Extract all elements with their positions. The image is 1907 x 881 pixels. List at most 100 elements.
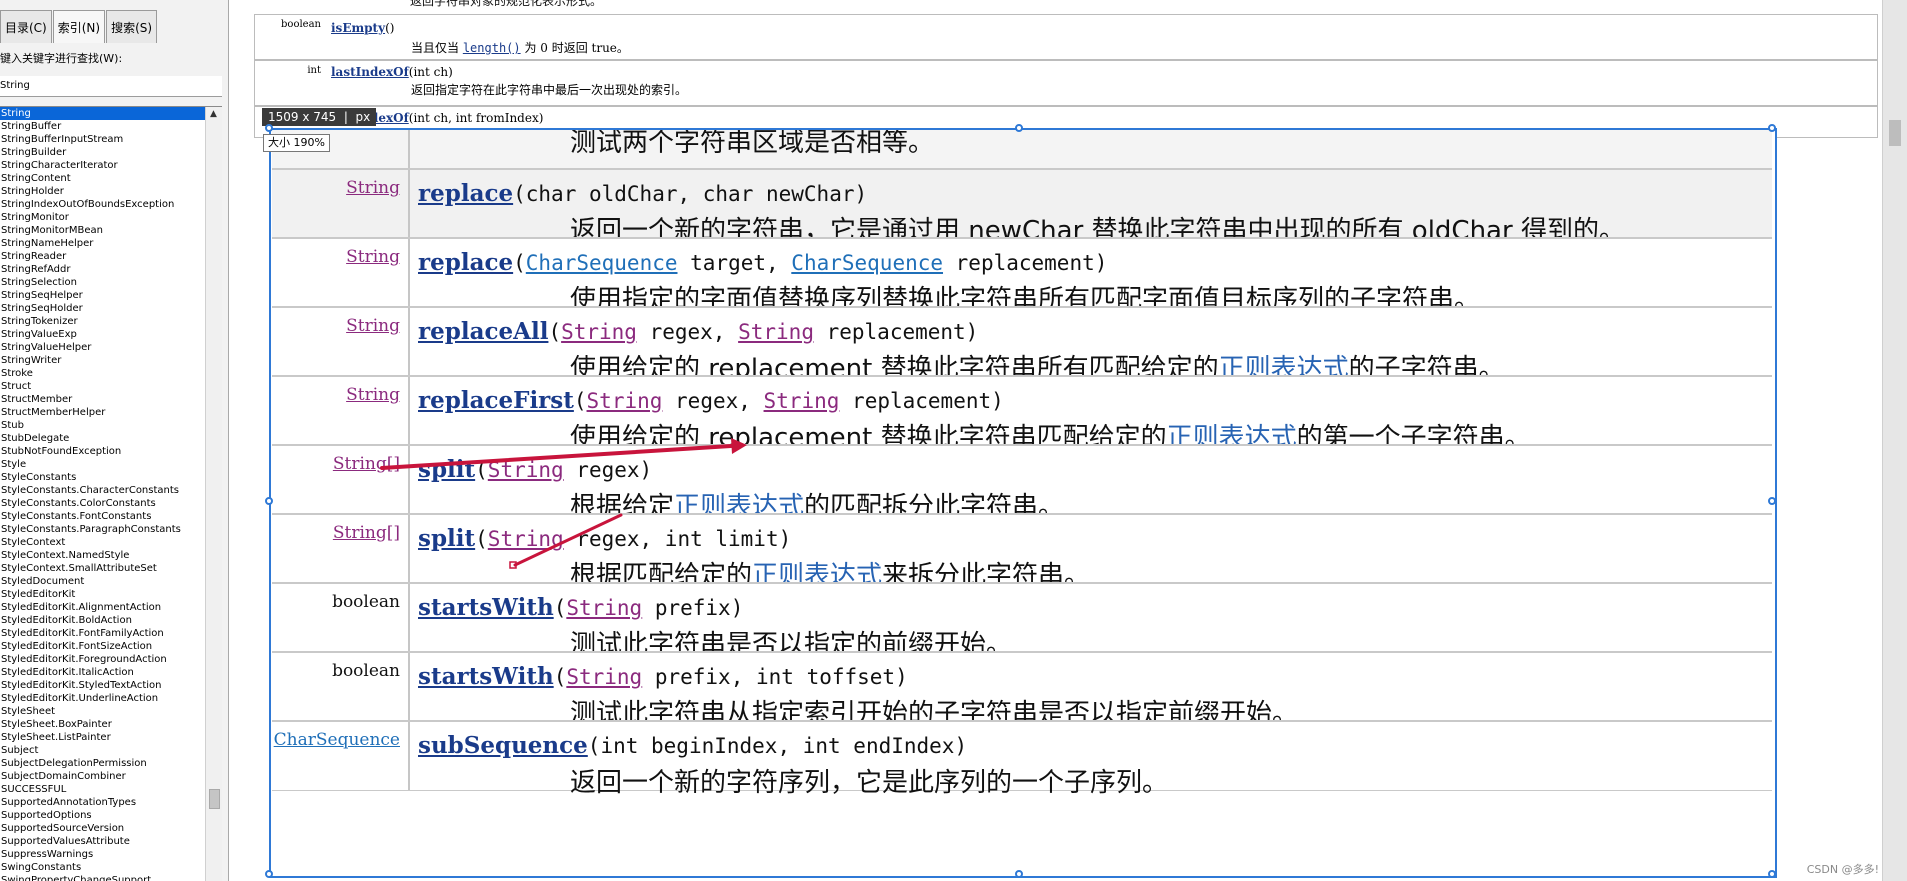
index-list-item[interactable]: StyledEditorKit.ItalicAction [0,666,207,679]
doc-scrollbar-thumb[interactable] [1889,120,1901,146]
index-list-item[interactable]: SubjectDelegationPermission [0,757,207,770]
index-list-item[interactable]: StyleConstants.FontConstants [0,510,207,523]
zoom-capture-region[interactable]: 测试两个字符串区域是否相等。 String replace(char oldCha… [269,128,1777,878]
param-type-link[interactable]: String [561,320,637,344]
index-list-item[interactable]: StyledEditorKit.StyledTextAction [0,679,207,692]
index-list-item[interactable]: String [0,107,207,120]
param-type-link[interactable]: String [566,665,642,689]
index-list-item[interactable]: StringSeqHolder [0,302,207,315]
index-list-item[interactable]: StyledEditorKit.UnderlineAction [0,692,207,705]
return-type-link[interactable]: CharSequence [274,730,400,750]
index-list-item[interactable]: StyledEditorKit.BoldAction [0,614,207,627]
index-list-item[interactable]: StringBufferInputStream [0,133,207,146]
index-list-item[interactable]: StyleConstants.ParagraphConstants [0,523,207,536]
param-type-link[interactable]: String [488,458,564,482]
index-list-item[interactable]: StyleSheet.ListPainter [0,731,207,744]
resize-handle-top-right[interactable] [1768,124,1776,132]
param-type-link[interactable]: String [764,389,840,413]
index-list-item[interactable]: StringBuilder [0,146,207,159]
index-list-item[interactable]: StyleContext.NamedStyle [0,549,207,562]
return-type-link[interactable]: String[] [333,454,400,474]
index-list-item[interactable]: StyleConstants [0,471,207,484]
method-name-link[interactable]: split [418,456,475,483]
bg-method-link[interactable]: isEmpty [331,21,385,35]
index-list-item[interactable]: StyleContext.SmallAttributeSet [0,562,207,575]
resize-handle-bottom[interactable] [1015,870,1023,878]
index-list-item[interactable]: StringMonitorMBean [0,224,207,237]
param-type-link[interactable]: CharSequence [791,251,943,275]
index-list-item[interactable]: StringSeqHelper [0,289,207,302]
index-list-item[interactable]: StyledDocument [0,575,207,588]
resize-handle-top-left[interactable] [265,124,273,132]
keyword-search-input[interactable]: String [0,76,222,97]
index-list-item[interactable]: StringContent [0,172,207,185]
method-name-link[interactable]: replace [418,180,513,207]
index-list-item[interactable]: StyleConstants.ColorConstants [0,497,207,510]
index-list-item[interactable]: StyleSheet.BoxPainter [0,718,207,731]
method-name-link[interactable]: replaceAll [418,318,548,345]
index-list-item[interactable]: SubjectDomainCombiner [0,770,207,783]
param-type-link[interactable]: String [738,320,814,344]
tab-contents[interactable]: 目录(C) [0,10,52,43]
index-list-item[interactable]: StringHolder [0,185,207,198]
index-list-item[interactable]: Stroke [0,367,207,380]
return-type-link[interactable]: String [346,316,400,336]
param-type-link[interactable]: String [566,596,642,620]
method-name-link[interactable]: startsWith [418,594,554,621]
param-type-link[interactable]: String [488,527,564,551]
method-name-link[interactable]: split [418,525,475,552]
index-list-item[interactable]: SupportedOptions [0,809,207,822]
index-list-item[interactable]: StyleSheet [0,705,207,718]
index-list-item[interactable]: StringTokenizer [0,315,207,328]
resize-handle-bottom-left[interactable] [265,870,273,878]
index-list-item[interactable]: StyleConstants.CharacterConstants [0,484,207,497]
index-list-item[interactable]: StubDelegate [0,432,207,445]
tab-search[interactable]: 搜索(S) [106,10,158,43]
index-list-item[interactable]: SwingPropertyChangeSupport [0,874,207,881]
scroll-up-icon[interactable]: ▲ [208,109,219,120]
resize-handle-top[interactable] [1015,124,1023,132]
index-list-item[interactable]: StringSelection [0,276,207,289]
index-list-item[interactable]: StyledEditorKit.FontSizeAction [0,640,207,653]
index-list-item[interactable]: Struct [0,380,207,393]
tab-index[interactable]: 索引(N) [52,10,106,43]
index-list[interactable]: ▲ String StringBuffer StringBufferInputStr… [0,106,222,881]
index-list-item[interactable]: SUCCESSFUL [0,783,207,796]
bg-method-link[interactable]: lastIndexOf [331,65,409,79]
index-list-item[interactable]: SuppressWarnings [0,848,207,861]
index-list-item[interactable]: StyledEditorKit.FontFamilyAction [0,627,207,640]
param-type-link[interactable]: String [587,389,663,413]
index-list-item[interactable]: StringIndexOutOfBoundsException [0,198,207,211]
resize-handle-bottom-right[interactable] [1768,870,1776,878]
method-name-link[interactable]: startsWith [418,663,554,690]
index-list-item[interactable]: SupportedSourceVersion [0,822,207,835]
scrollbar-thumb[interactable] [209,789,220,809]
method-name-link[interactable]: replace [418,249,513,276]
index-list-item[interactable]: StringCharacterIterator [0,159,207,172]
index-list-item[interactable]: SupportedAnnotationTypes [0,796,207,809]
index-list-item[interactable]: StringBuffer [0,120,207,133]
index-list-item[interactable]: Subject [0,744,207,757]
index-list-item[interactable]: StyleContext [0,536,207,549]
resize-handle-right[interactable] [1768,497,1776,505]
index-list-item[interactable]: StringValueHelper [0,341,207,354]
doc-scrollbar[interactable] [1882,0,1907,881]
index-list-item[interactable]: StyledEditorKit.AlignmentAction [0,601,207,614]
index-list-item[interactable]: StringRefAddr [0,263,207,276]
index-list-item[interactable]: StringNameHelper [0,237,207,250]
resize-handle-left[interactable] [265,497,273,505]
index-list-item[interactable]: StructMemberHelper [0,406,207,419]
index-list-item[interactable]: SupportedValuesAttribute [0,835,207,848]
return-type-link[interactable]: String [346,385,400,405]
return-type-link[interactable]: String[] [333,523,400,543]
index-list-item[interactable]: Stub [0,419,207,432]
method-name-link[interactable]: subSequence [418,732,588,759]
bg-length-link[interactable]: length() [463,41,521,55]
index-list-item[interactable]: StyledEditorKit.ForegroundAction [0,653,207,666]
index-list-item[interactable]: StringMonitor [0,211,207,224]
index-list-item[interactable]: Style [0,458,207,471]
index-list-scrollbar[interactable]: ▲ [205,107,222,881]
index-list-item[interactable]: SwingConstants [0,861,207,874]
index-list-item[interactable]: StubNotFoundException [0,445,207,458]
param-type-link[interactable]: CharSequence [526,251,678,275]
